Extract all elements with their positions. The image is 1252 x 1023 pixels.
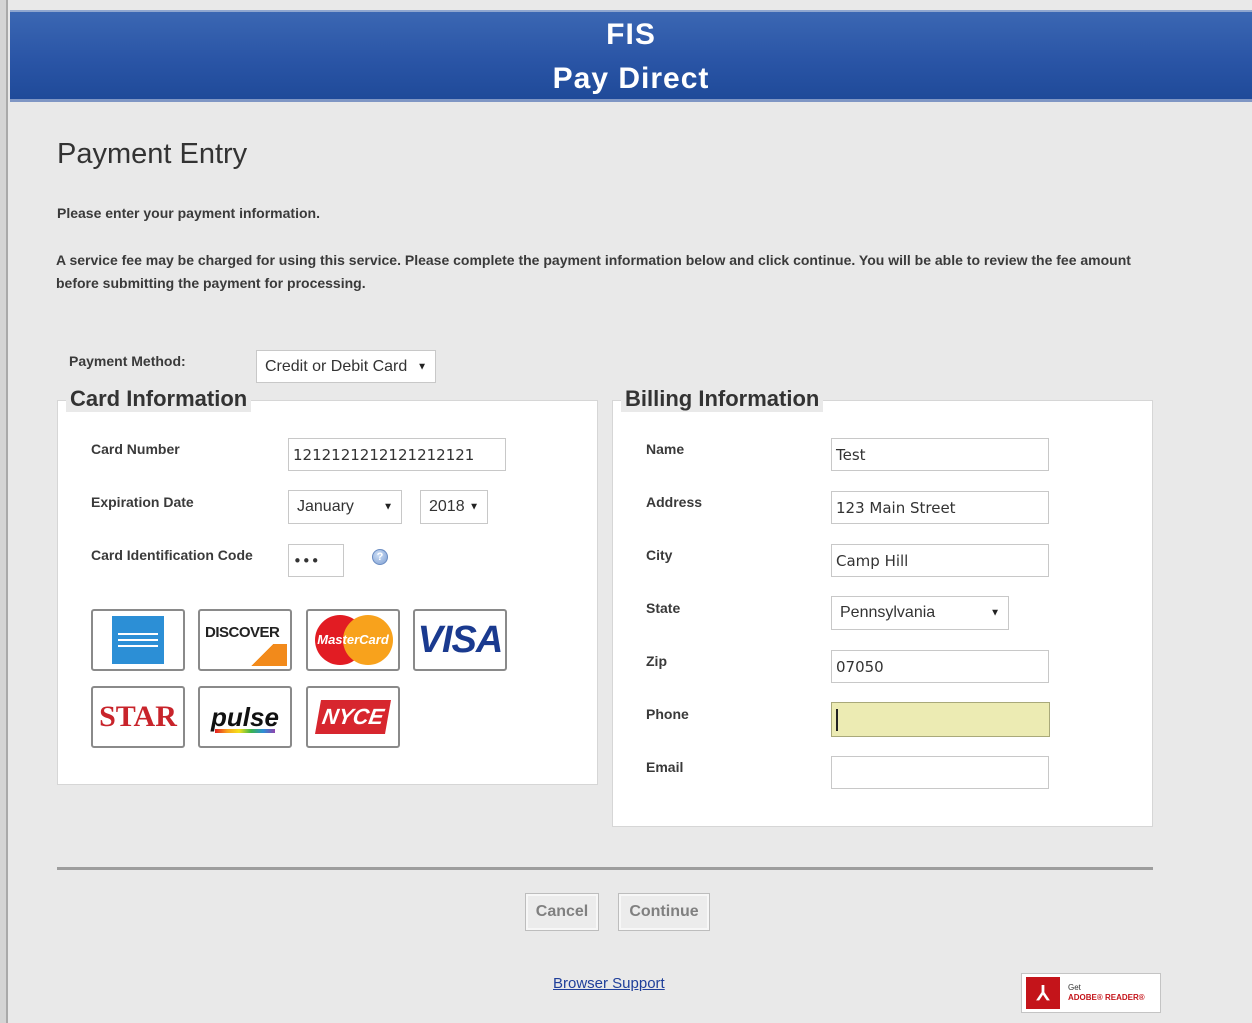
header-subtitle: Pay Direct (552, 62, 710, 95)
pulse-logo: pulse (198, 686, 292, 748)
expiration-date-label: Expiration Date (91, 494, 194, 510)
expiration-year-value: 2018 (429, 498, 465, 515)
discover-logo: DISCOVER (198, 609, 292, 671)
amex-logo (91, 609, 185, 671)
mastercard-logo-text: MasterCard (317, 632, 389, 647)
nyce-logo: NYCE (306, 686, 400, 748)
billing-information-title: Billing Information (621, 386, 824, 412)
zip-label: Zip (646, 653, 667, 669)
star-logo-text: STAR (99, 700, 177, 733)
state-value: Pennsylvania (840, 604, 936, 621)
visa-logo: VISA (413, 609, 507, 671)
adobe-badge-line1: Get (1068, 983, 1081, 992)
intro-text: Please enter your payment information. (57, 205, 320, 221)
payment-method-select[interactable]: Credit or Debit Card ▼ (256, 350, 436, 383)
expiration-month-value: January (297, 498, 354, 515)
state-label: State (646, 600, 681, 616)
name-input[interactable]: Test (831, 438, 1049, 471)
card-number-value: 1212121212121212121 (293, 445, 475, 464)
help-icon[interactable]: ? (372, 549, 388, 565)
site-header: FIS Pay Direct (10, 10, 1252, 102)
section-divider (57, 867, 1153, 870)
city-label: City (646, 547, 673, 563)
star-logo: STAR (91, 686, 185, 748)
fee-notice: A service fee may be charged for using t… (56, 252, 1131, 291)
dropdown-arrow-icon: ▼ (383, 501, 393, 513)
state-select[interactable]: Pennsylvania ▼ (831, 596, 1009, 630)
dropdown-arrow-icon: ▼ (417, 361, 427, 372)
address-input[interactable]: 123 Main Street (831, 491, 1049, 524)
get-adobe-reader-badge[interactable]: ⅄ Get ADOBE® READER® (1021, 973, 1161, 1013)
discover-logo-text: DISCOVER (205, 624, 280, 641)
address-label: Address (646, 494, 703, 510)
name-value: Test (836, 445, 866, 464)
text-cursor (836, 708, 838, 731)
header-title: FIS (606, 18, 656, 51)
visa-logo-text: VISA (417, 618, 504, 661)
card-id-code-label: Card Identification Code (91, 547, 253, 563)
card-number-label: Card Number (91, 441, 180, 457)
cancel-button[interactable]: Cancel (525, 893, 599, 931)
card-information-title: Card Information (66, 386, 252, 412)
zip-input[interactable]: 07050 (831, 650, 1049, 683)
expiration-year-select[interactable]: 2018 ▼ (420, 490, 488, 524)
email-input[interactable] (831, 756, 1049, 789)
card-id-code-value: ••• (293, 551, 320, 570)
email-label: Email (646, 759, 684, 775)
dropdown-arrow-icon: ▼ (469, 501, 479, 513)
mastercard-logo: MasterCard (306, 609, 400, 671)
browser-support-link[interactable]: Browser Support (553, 975, 665, 992)
name-label: Name (646, 441, 685, 457)
adobe-reader-icon: ⅄ (1026, 977, 1060, 1009)
window-left-edge (0, 0, 8, 1023)
expiration-month-select[interactable]: January ▼ (288, 490, 402, 524)
payment-method-value: Credit or Debit Card (265, 357, 408, 375)
address-value: 123 Main Street (836, 498, 956, 517)
card-id-code-input[interactable]: ••• (288, 544, 344, 577)
zip-value: 07050 (836, 657, 884, 676)
phone-input[interactable] (831, 702, 1050, 737)
nyce-logo-text: NYCE (315, 700, 391, 734)
city-input[interactable]: Camp Hill (831, 544, 1049, 577)
city-value: Camp Hill (836, 551, 909, 570)
phone-label: Phone (646, 706, 689, 722)
payment-method-label: Payment Method: (69, 353, 186, 369)
page-title: Payment Entry (57, 138, 248, 170)
adobe-badge-line2: ADOBE® READER® (1068, 993, 1145, 1002)
continue-button[interactable]: Continue (618, 893, 710, 931)
amex-card-icon (112, 616, 164, 664)
card-number-input[interactable]: 1212121212121212121 (288, 438, 506, 471)
dropdown-arrow-icon: ▼ (990, 607, 1000, 619)
